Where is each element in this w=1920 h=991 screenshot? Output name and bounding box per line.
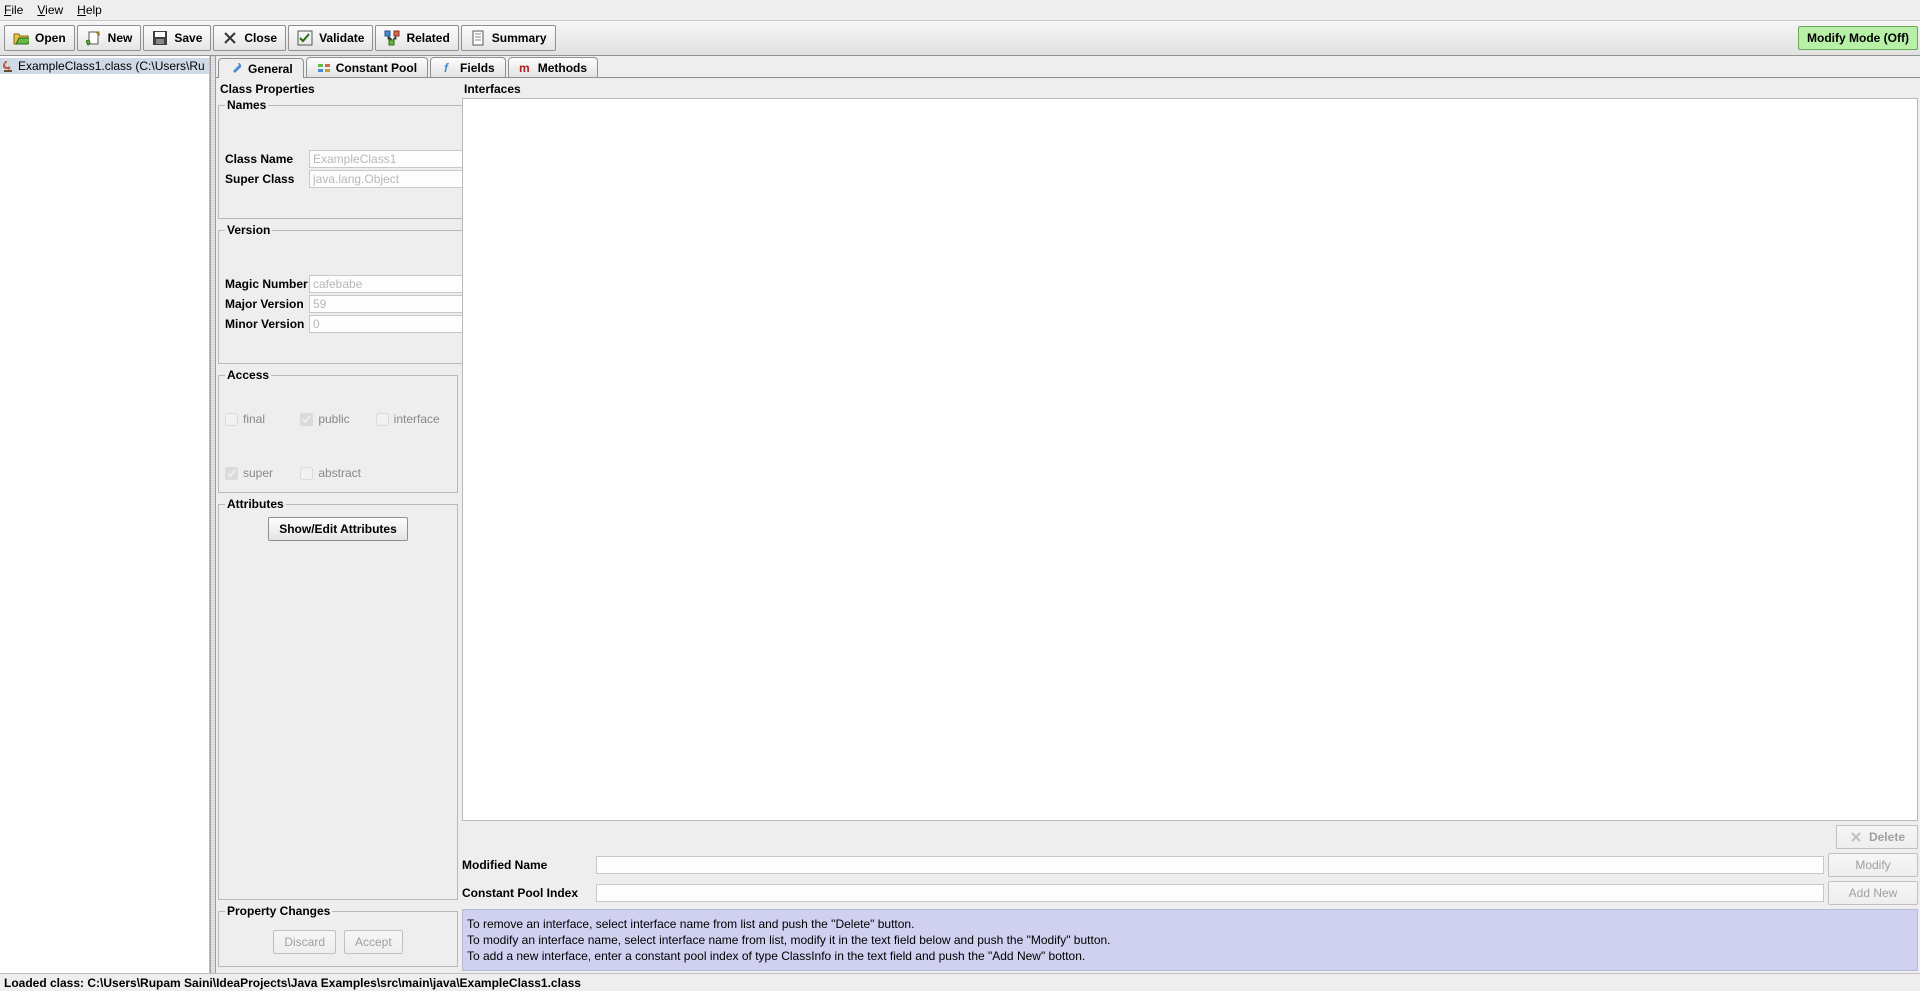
modify-mode-button[interactable]: Modify Mode (Off): [1798, 26, 1918, 50]
interfaces-title: Interfaces: [464, 82, 1918, 96]
interfaces-list[interactable]: [462, 98, 1918, 821]
new-icon: [86, 30, 102, 46]
save-button[interactable]: Save: [143, 25, 211, 51]
related-button[interactable]: Related: [375, 25, 458, 51]
class-properties-title: Class Properties: [220, 82, 458, 96]
class-name-label: Class Name: [225, 152, 309, 166]
validate-button[interactable]: Validate: [288, 25, 373, 51]
save-icon: [152, 30, 168, 46]
validate-icon: [297, 30, 313, 46]
svg-text:f: f: [444, 61, 449, 75]
close-icon: [222, 30, 238, 46]
class-file-icon: [2, 59, 16, 73]
add-new-interface-button: Add New: [1828, 881, 1918, 905]
attributes-group: Attributes Show/Edit Attributes: [218, 497, 458, 900]
interfaces-hint: To remove an interface, select interface…: [462, 909, 1918, 971]
toolbar: Open New Save Close Validate Related Sum…: [0, 20, 1920, 56]
class-name-field[interactable]: [309, 150, 472, 168]
discard-button: Discard: [273, 930, 336, 954]
close-button[interactable]: Close: [213, 25, 286, 51]
tab-methods[interactable]: m Methods: [508, 57, 598, 77]
summary-icon: [470, 30, 486, 46]
open-icon: [13, 30, 29, 46]
property-changes-legend: Property Changes: [225, 904, 332, 918]
magic-field[interactable]: [309, 275, 472, 293]
pool-icon: [317, 61, 331, 75]
modified-name-label: Modified Name: [462, 858, 592, 872]
abstract-checkbox[interactable]: abstract: [300, 466, 375, 480]
file-tree[interactable]: ExampleClass1.class (C:\Users\Ru: [0, 56, 210, 973]
major-field[interactable]: [309, 295, 472, 313]
delete-interface-button: Delete: [1836, 825, 1918, 849]
tab-fields[interactable]: f Fields: [430, 57, 506, 77]
new-button[interactable]: New: [77, 25, 142, 51]
delete-icon: [1849, 830, 1863, 844]
menu-view[interactable]: ViewView: [37, 3, 63, 17]
tree-root-label: ExampleClass1.class (C:\Users\Ru: [18, 59, 205, 73]
menu-help[interactable]: HelpHelp: [77, 3, 102, 17]
access-group: Access final public interface super abst…: [218, 368, 458, 493]
open-button[interactable]: Open: [4, 25, 75, 51]
super-checkbox[interactable]: super: [225, 466, 300, 480]
status-bar: Loaded class: C:\Users\Rupam Saini\IdeaP…: [0, 973, 1920, 991]
property-changes-group: Property Changes Discard Accept: [218, 904, 458, 967]
menu-file[interactable]: FFileile: [4, 3, 23, 17]
modified-name-field[interactable]: [596, 856, 1824, 874]
names-legend: Names: [225, 98, 268, 112]
super-class-label: Super Class: [225, 172, 309, 186]
accept-button: Accept: [344, 930, 403, 954]
version-group: Version Magic Number Major Version Minor…: [218, 223, 479, 364]
magic-label: Magic Number: [225, 277, 309, 291]
minor-field[interactable]: [309, 315, 472, 333]
major-label: Major Version: [225, 297, 309, 311]
attributes-legend: Attributes: [225, 497, 286, 511]
tab-general[interactable]: General: [218, 58, 304, 78]
super-class-field[interactable]: [309, 170, 472, 188]
hint-line-2: To modify an interface name, select inte…: [467, 932, 1913, 948]
cp-index-field[interactable]: [596, 884, 1824, 902]
modify-interface-button: Modify: [1828, 853, 1918, 877]
main: ExampleClass1.class (C:\Users\Ru General…: [0, 56, 1920, 973]
access-legend: Access: [225, 368, 271, 382]
minor-label: Minor Version: [225, 317, 309, 331]
related-icon: [384, 30, 400, 46]
version-legend: Version: [225, 223, 272, 237]
cp-index-label: Constant Pool Index: [462, 886, 592, 900]
svg-text:m: m: [519, 61, 530, 75]
tree-root-item[interactable]: ExampleClass1.class (C:\Users\Ru: [0, 58, 209, 74]
tabstrip: General Constant Pool f Fields m Methods: [216, 56, 1920, 78]
summary-button[interactable]: Summary: [461, 25, 556, 51]
names-group: Names Class Name Super Class: [218, 98, 479, 219]
method-icon: m: [519, 61, 533, 75]
hint-line-3: To add a new interface, enter a constant…: [467, 948, 1913, 964]
hint-line-1: To remove an interface, select interface…: [467, 916, 1913, 932]
interface-checkbox[interactable]: interface: [376, 412, 451, 426]
wrench-icon: [229, 62, 243, 76]
field-icon: f: [441, 61, 455, 75]
tab-constant-pool[interactable]: Constant Pool: [306, 57, 428, 77]
menubar: FFileile ViewView HelpHelp: [0, 0, 1920, 20]
show-edit-attributes-button[interactable]: Show/Edit Attributes: [268, 517, 408, 541]
status-text: Loaded class: C:\Users\Rupam Saini\IdeaP…: [4, 976, 581, 990]
public-checkbox[interactable]: public: [300, 412, 375, 426]
final-checkbox[interactable]: final: [225, 412, 300, 426]
